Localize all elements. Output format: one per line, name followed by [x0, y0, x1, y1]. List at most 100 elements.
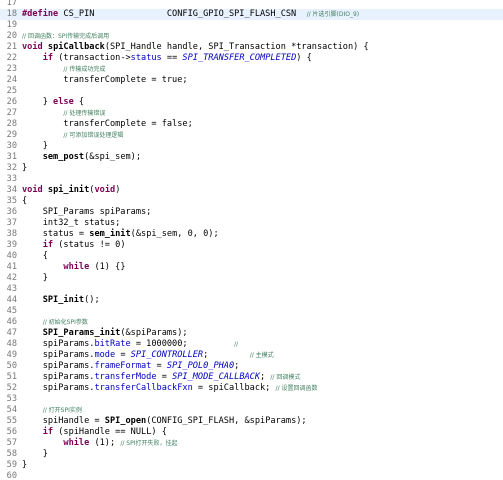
line-number: 32 [6, 163, 17, 173]
code-line[interactable]: 35 { [0, 196, 503, 207]
line-number: 23 [6, 64, 17, 74]
code-comment: // 处理传输错误 [63, 110, 106, 117]
code-text: void spiCallback(SPI_Handle handle, SPI_… [22, 42, 369, 53]
code-text: spiParams.transferCallbackFxn = spiCallb… [22, 383, 318, 394]
code-line[interactable]: 45 [0, 306, 503, 317]
code-line[interactable]: 37 int32_t status; [0, 218, 503, 229]
line-number: 42 [6, 273, 17, 283]
code-line[interactable]: 41 while (1) {} [0, 262, 503, 273]
line-number: 41 [6, 262, 17, 272]
code-line[interactable]: 30 } [0, 141, 503, 152]
code-text: { [22, 251, 48, 262]
code-token: == [161, 53, 183, 63]
code-line[interactable]: 23 // 传输成功完成 [0, 64, 503, 75]
code-line[interactable]: 26 } else { [0, 97, 503, 108]
code-line[interactable]: 27 // 处理传输错误 [0, 108, 503, 119]
code-token: (1); [89, 438, 121, 448]
code-line[interactable]: 60 [0, 471, 503, 480]
code-token: = spiCallback; [192, 383, 276, 393]
code-line[interactable]: 38 status = sem_init(&spi_sem, 0, 0); [0, 229, 503, 240]
code-line[interactable]: 39 if (status != 0) [0, 240, 503, 251]
line-number: 57 [6, 438, 17, 448]
code-line[interactable]: 42 } [0, 273, 503, 284]
code-token: status [130, 53, 162, 63]
code-line[interactable]: 17 [0, 0, 503, 9]
code-text: spiParams.frameFormat = SPI_POL0_PHA0; [22, 361, 240, 372]
code-text: if (status != 0) [22, 240, 126, 251]
code-token: while [63, 262, 90, 272]
code-line[interactable]: 49 spiParams.mode = SPI_CONTROLLER; // 主… [0, 350, 503, 361]
code-token: if [42, 53, 54, 63]
code-text: } [22, 141, 48, 152]
code-token: else [53, 97, 74, 107]
code-line[interactable]: 36 SPI_Params spiParams; [0, 207, 503, 218]
code-line[interactable]: 32} [0, 163, 503, 174]
code-line[interactable]: 34 void spi_init(void) [0, 185, 503, 196]
code-text: SPI_Params spiParams; [22, 207, 152, 218]
code-line[interactable]: 21 void spiCallback(SPI_Handle handle, SP… [0, 42, 503, 53]
code-line[interactable]: 22 if (transaction->status == SPI_TRANSF… [0, 53, 503, 64]
code-token: spiParams. [22, 372, 95, 382]
code-line[interactable]: 57 while (1); // SPI打开失败，挂起 [0, 438, 503, 449]
code-text: SPI_Params_init(&spiParams); [22, 328, 188, 339]
code-line[interactable]: 58 } [0, 449, 503, 460]
code-token: sem_post [42, 152, 85, 162]
code-line[interactable]: 53 [0, 394, 503, 405]
code-token: { [73, 97, 85, 107]
code-line[interactable]: 48 spiParams.bitRate = 1000000; // [0, 339, 503, 350]
code-line[interactable]: 28 transferComplete = false; [0, 119, 503, 130]
line-number: 40 [6, 251, 17, 261]
code-token: { [22, 251, 48, 261]
code-line[interactable]: 47 SPI_Params_init(&spiParams); [0, 328, 503, 339]
code-editor[interactable]: 17 18 #define CS_PIN CONFIG_GPIO_SPI_FLASH… [0, 0, 503, 480]
code-line[interactable]: 43 [0, 284, 503, 295]
line-number: 17 [6, 0, 17, 8]
line-number: 54 [6, 405, 17, 415]
code-line[interactable]: 46 // 初始化SPI参数 [0, 317, 503, 328]
code-line[interactable]: 25 [0, 86, 503, 97]
code-line[interactable]: 50 spiParams.frameFormat = SPI_POL0_PHA0… [0, 361, 503, 372]
code-line[interactable]: 24 transferComplete = true; [0, 75, 503, 86]
line-number: 19 [6, 20, 17, 30]
code-token: (&spiParams); [120, 328, 188, 338]
code-line[interactable]: 40 { [0, 251, 503, 262]
code-token: CS_PIN CONFIG_GPIO_SPI_FLASH_CSN [58, 9, 307, 19]
code-token: SPI_MODE_CALLBACK [172, 372, 261, 382]
line-number: 22 [6, 53, 17, 63]
line-number: 45 [6, 306, 17, 316]
code-token: SPI_POL0_PHA0 [166, 361, 235, 371]
code-text: { [22, 196, 27, 207]
line-number: 48 [6, 339, 17, 349]
code-line[interactable]: 20 // 回调函数：SPI传输完成后调用 [0, 31, 503, 42]
code-line[interactable]: 18 #define CS_PIN CONFIG_GPIO_SPI_FLASH_C… [0, 9, 503, 20]
line-number: 21 [6, 42, 17, 52]
line-number: 20 [6, 31, 17, 41]
code-line[interactable]: 19 [0, 20, 503, 31]
code-token: spiParams. [22, 383, 95, 393]
code-line[interactable]: 29 // 可添加错误处理逻辑 [0, 130, 503, 141]
code-comment: // [234, 341, 239, 348]
code-line[interactable]: 31 sem_post(&spi_sem); [0, 152, 503, 163]
code-token: (status != 0) [53, 240, 126, 250]
code-line[interactable]: 52 spiParams.transferCallbackFxn = spiCa… [0, 383, 503, 394]
code-token: transferComplete = false; [22, 119, 193, 129]
code-line[interactable]: 44 SPI_init(); [0, 295, 503, 306]
code-line[interactable]: 59} [0, 460, 503, 471]
code-token: ; [260, 372, 271, 382]
code-line[interactable]: 54 // 打开SPI实例 [0, 405, 503, 416]
code-line[interactable]: 55 spiHandle = SPI_open(CONFIG_SPI_FLASH… [0, 416, 503, 427]
code-token: sem_init [89, 229, 131, 239]
code-line[interactable]: 51 spiParams.transferMode = SPI_MODE_CAL… [0, 372, 503, 383]
code-token: } [22, 273, 48, 283]
code-text: // 初始化SPI参数 [22, 317, 88, 328]
code-line[interactable]: 56 if (spiHandle == NULL) { [0, 427, 503, 438]
code-token: } [22, 449, 48, 459]
code-text: spiParams.mode = SPI_CONTROLLER; // 主模式 [22, 350, 274, 361]
code-line[interactable]: 33 [0, 174, 503, 185]
code-text: SPI_init(); [22, 295, 100, 306]
line-number: 53 [6, 394, 17, 404]
